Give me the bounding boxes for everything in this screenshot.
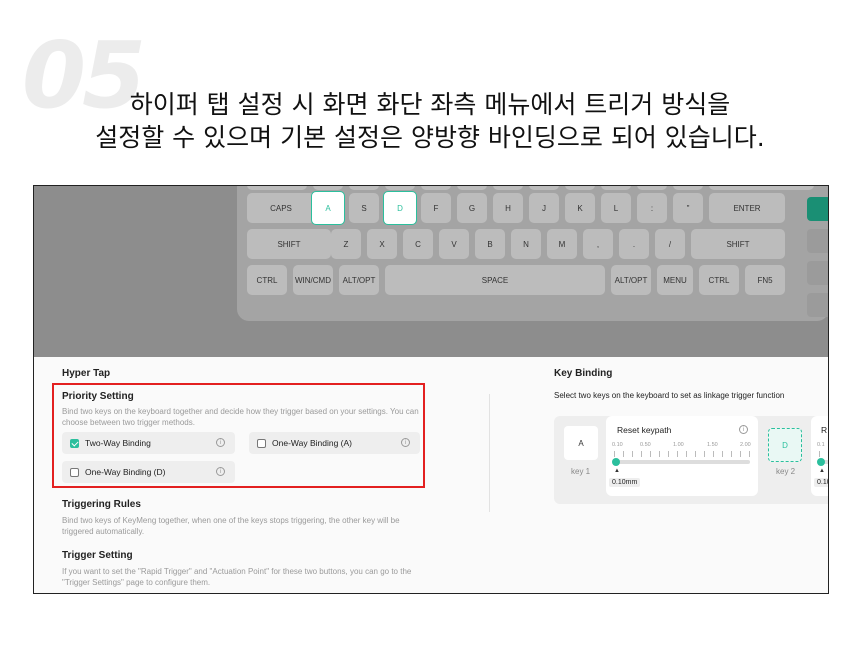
key-blank[interactable] <box>637 186 667 190</box>
keyboard-overlay-area: CAPS A S D F G H J K L : " ENTER SHIFT Z… <box>34 186 828 357</box>
key-space[interactable]: SPACE <box>385 265 605 295</box>
key-blank[interactable] <box>385 186 415 190</box>
key1-label: key 1 <box>571 467 591 476</box>
key-blank[interactable] <box>709 186 814 190</box>
key-win-cmd[interactable]: WIN/CMD <box>293 265 333 295</box>
travel-slider-handle[interactable] <box>817 458 825 466</box>
key2-box[interactable]: D <box>768 428 802 462</box>
key-b[interactable]: B <box>475 229 505 259</box>
key-blank[interactable] <box>349 186 379 190</box>
key-c[interactable]: C <box>403 229 433 259</box>
caption: 하이퍼 탭 설정 시 화면 화단 좌측 메뉴에서 트리거 방식을 설정할 수 있… <box>0 88 860 154</box>
keyboard: CAPS A S D F G H J K L : " ENTER SHIFT Z… <box>237 186 828 321</box>
key-blank[interactable] <box>673 186 703 190</box>
key-blank[interactable] <box>493 186 523 190</box>
key-z[interactable]: Z <box>331 229 361 259</box>
travel-scale <box>614 451 750 457</box>
key-comma[interactable]: , <box>583 229 613 259</box>
marker-icon: ▲ <box>614 468 620 474</box>
key-v[interactable]: V <box>439 229 469 259</box>
key-binding-subtitle: Select two keys on the keyboard to set a… <box>554 391 785 400</box>
key-m[interactable]: M <box>547 229 577 259</box>
key-blank[interactable] <box>247 186 307 190</box>
caption-line-2: 설정할 수 있으며 기본 설정은 양방향 바인딩으로 되어 있습니다. <box>95 123 765 152</box>
key1-reset-card: Reset keypath i 0.10 0.50 1.00 1.50 2.00… <box>606 416 758 496</box>
scale-tick: 1.50 <box>707 442 718 448</box>
key-j[interactable]: J <box>529 193 559 223</box>
scale-tick: 0.10 <box>612 442 623 448</box>
key2-reset-card: R 0.1 ▲ 0.10m <box>811 416 828 496</box>
app-screenshot: CAPS A S D F G H J K L : " ENTER SHIFT Z… <box>33 185 829 594</box>
key-colon[interactable]: : <box>637 193 667 223</box>
key-l[interactable]: L <box>601 193 631 223</box>
key-binding-card: A key 1 Reset keypath i 0.10 0.50 1.00 1… <box>554 416 828 504</box>
key1-value: 0.10mm <box>609 478 641 487</box>
key-n[interactable]: N <box>511 229 541 259</box>
side-action-button[interactable] <box>807 197 828 221</box>
side-button[interactable] <box>807 293 828 317</box>
key-blank[interactable] <box>421 186 451 190</box>
key-shift-right[interactable]: SHIFT <box>691 229 785 259</box>
key-k[interactable]: K <box>565 193 595 223</box>
panel-divider <box>489 394 490 512</box>
key2-value: 0.10m <box>814 478 828 487</box>
key-d-selected[interactable]: D <box>383 191 417 225</box>
key-quote[interactable]: " <box>673 193 703 223</box>
scale-tick: 0.1 <box>817 442 825 448</box>
trigger-setting-title: Trigger Setting <box>62 550 133 561</box>
side-button[interactable] <box>807 229 828 253</box>
key-x[interactable]: X <box>367 229 397 259</box>
triggering-rules-title: Triggering Rules <box>62 499 141 510</box>
key-binding-title: Key Binding <box>554 368 613 379</box>
key-g[interactable]: G <box>457 193 487 223</box>
travel-scale <box>819 451 828 457</box>
key-fn5[interactable]: FN5 <box>745 265 785 295</box>
side-button[interactable] <box>807 261 828 285</box>
hyper-tap-title: Hyper Tap <box>62 368 111 379</box>
key-period[interactable]: . <box>619 229 649 259</box>
key-blank[interactable] <box>565 186 595 190</box>
key-menu[interactable]: MENU <box>657 265 693 295</box>
key-caps[interactable]: CAPS <box>247 193 315 223</box>
key-enter[interactable]: ENTER <box>709 193 785 223</box>
travel-slider-handle[interactable] <box>612 458 620 466</box>
key-a-selected[interactable]: A <box>311 191 345 225</box>
key-s[interactable]: S <box>349 193 379 223</box>
scale-tick: 1.00 <box>673 442 684 448</box>
key-blank[interactable] <box>529 186 559 190</box>
travel-slider-track[interactable] <box>614 460 750 464</box>
key-alt-right[interactable]: ALT/OPT <box>611 265 651 295</box>
key-h[interactable]: H <box>493 193 523 223</box>
key-blank[interactable] <box>601 186 631 190</box>
scale-tick: 2.00 <box>740 442 751 448</box>
key-shift-left[interactable]: SHIFT <box>247 229 331 259</box>
scale-tick: 0.50 <box>640 442 651 448</box>
trigger-setting-description: If you want to set the "Rapid Trigger" a… <box>62 567 412 587</box>
settings-panel: Hyper Tap Priority Setting Bind two keys… <box>34 357 828 593</box>
key-slash[interactable]: / <box>655 229 685 259</box>
triggering-rules-description: Bind two keys of KeyMeng together, when … <box>62 516 400 536</box>
key-blank[interactable] <box>313 186 343 190</box>
key1-box[interactable]: A <box>564 426 598 460</box>
key-ctrl-right[interactable]: CTRL <box>699 265 739 295</box>
highlight-box <box>52 383 425 488</box>
key-alt-left[interactable]: ALT/OPT <box>339 265 379 295</box>
reset-keypath-label[interactable]: Reset keypath <box>617 425 671 435</box>
caption-line-1: 하이퍼 탭 설정 시 화면 화단 좌측 메뉴에서 트리거 방식을 <box>129 90 731 119</box>
info-icon[interactable]: i <box>739 425 748 434</box>
key2-label: key 2 <box>776 467 796 476</box>
marker-icon: ▲ <box>819 468 825 474</box>
reset-keypath-label-key2[interactable]: R <box>821 425 827 435</box>
key-ctrl-left[interactable]: CTRL <box>247 265 287 295</box>
key-f[interactable]: F <box>421 193 451 223</box>
key-blank[interactable] <box>457 186 487 190</box>
